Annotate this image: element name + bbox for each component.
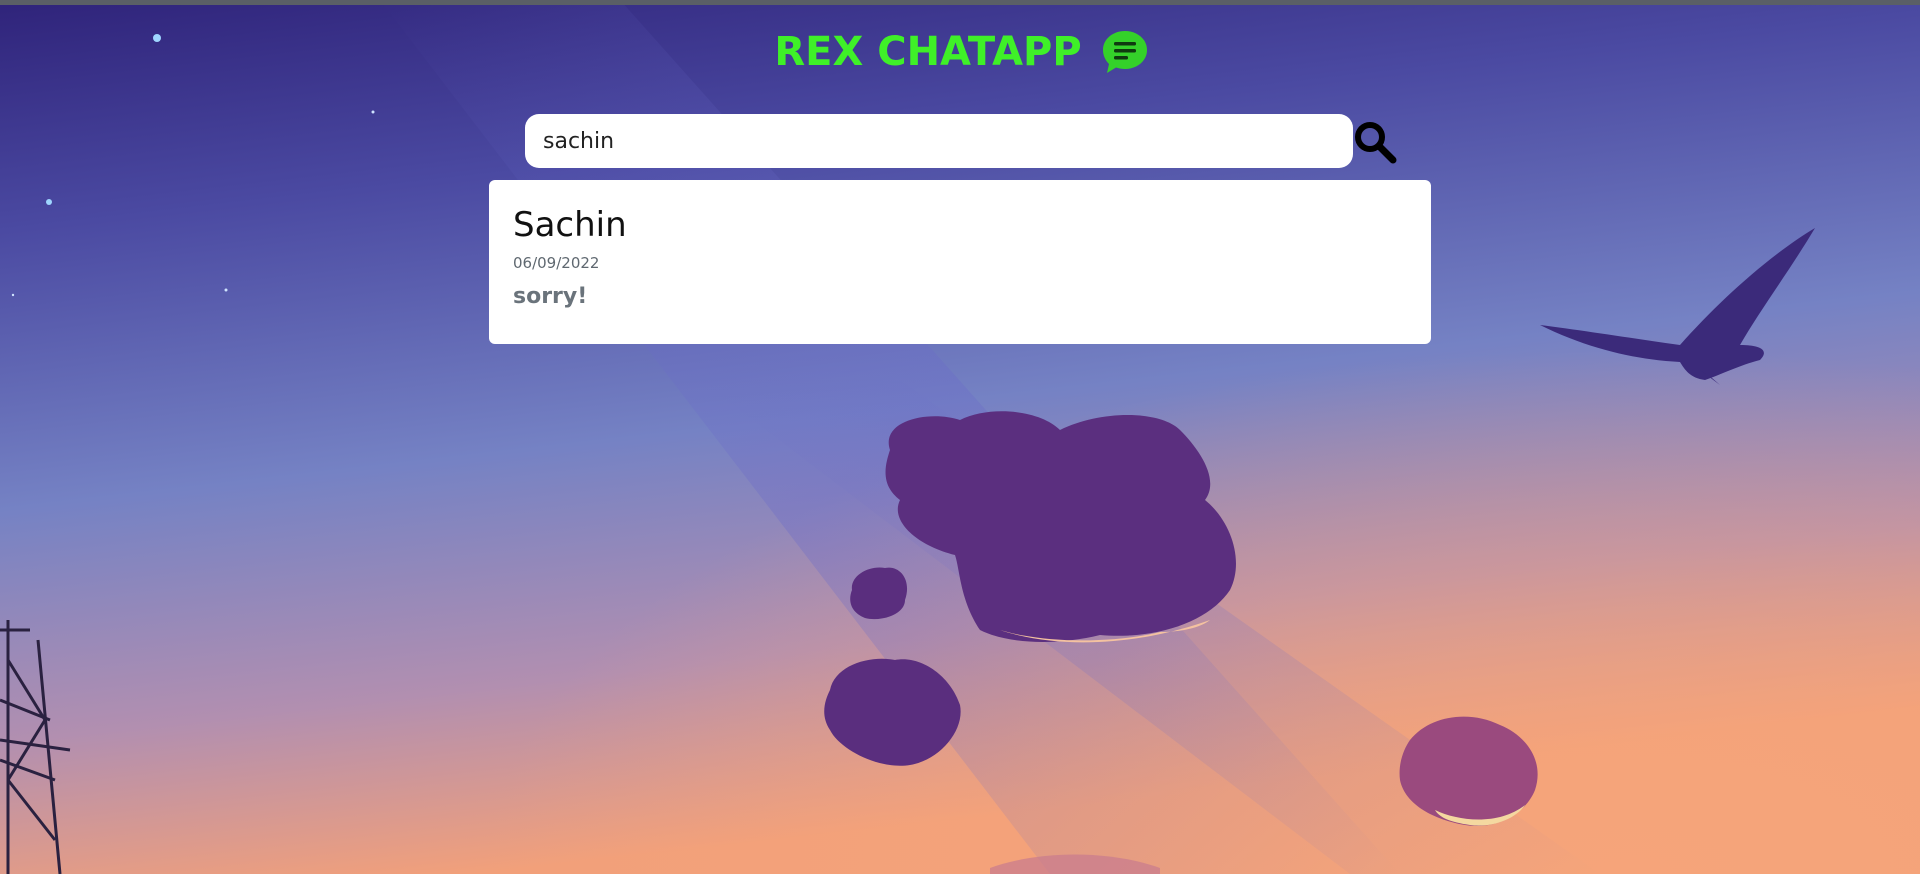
result-contact-name: Sachin — [513, 205, 627, 245]
search-bar — [525, 114, 1397, 168]
search-input[interactable] — [525, 114, 1353, 168]
chat-bubble-icon — [1100, 28, 1150, 76]
window-top-border — [0, 0, 1920, 5]
app-title: REX CHATAPP — [774, 29, 1082, 75]
search-button[interactable] — [1351, 118, 1399, 166]
result-date: 06/09/2022 — [513, 254, 600, 272]
result-last-message: sorry! — [513, 284, 588, 309]
app-header: REX CHATAPP — [0, 28, 1920, 84]
search-icon — [1355, 122, 1397, 164]
search-result-card[interactable]: Sachin 06/09/2022 sorry! — [489, 180, 1431, 344]
